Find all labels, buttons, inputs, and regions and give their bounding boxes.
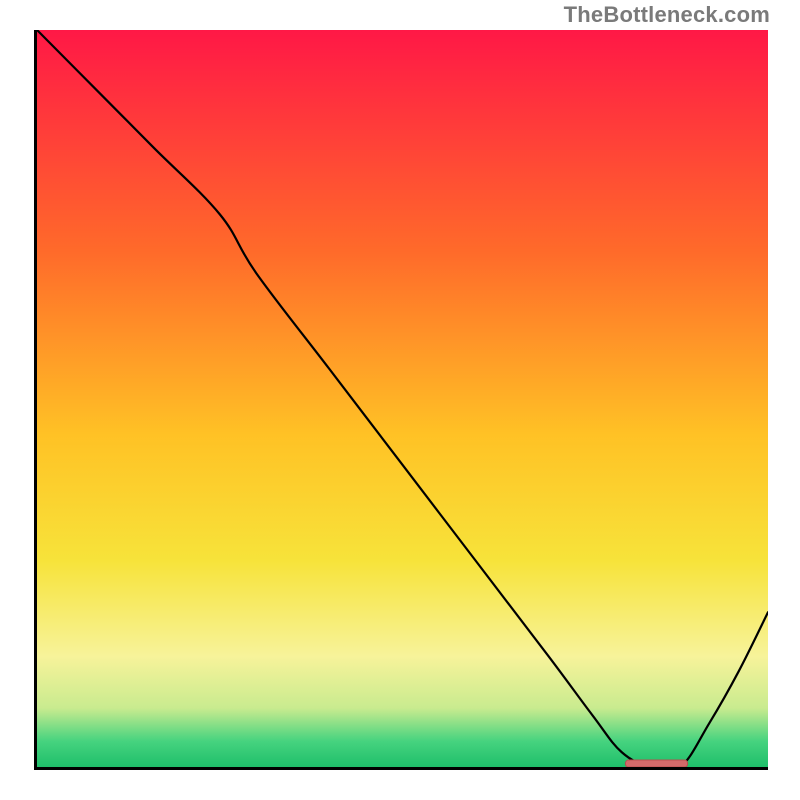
chart-svg	[37, 30, 768, 767]
attribution-text: TheBottleneck.com	[564, 2, 770, 28]
optimal-marker	[625, 760, 687, 767]
chart-frame	[34, 30, 768, 770]
